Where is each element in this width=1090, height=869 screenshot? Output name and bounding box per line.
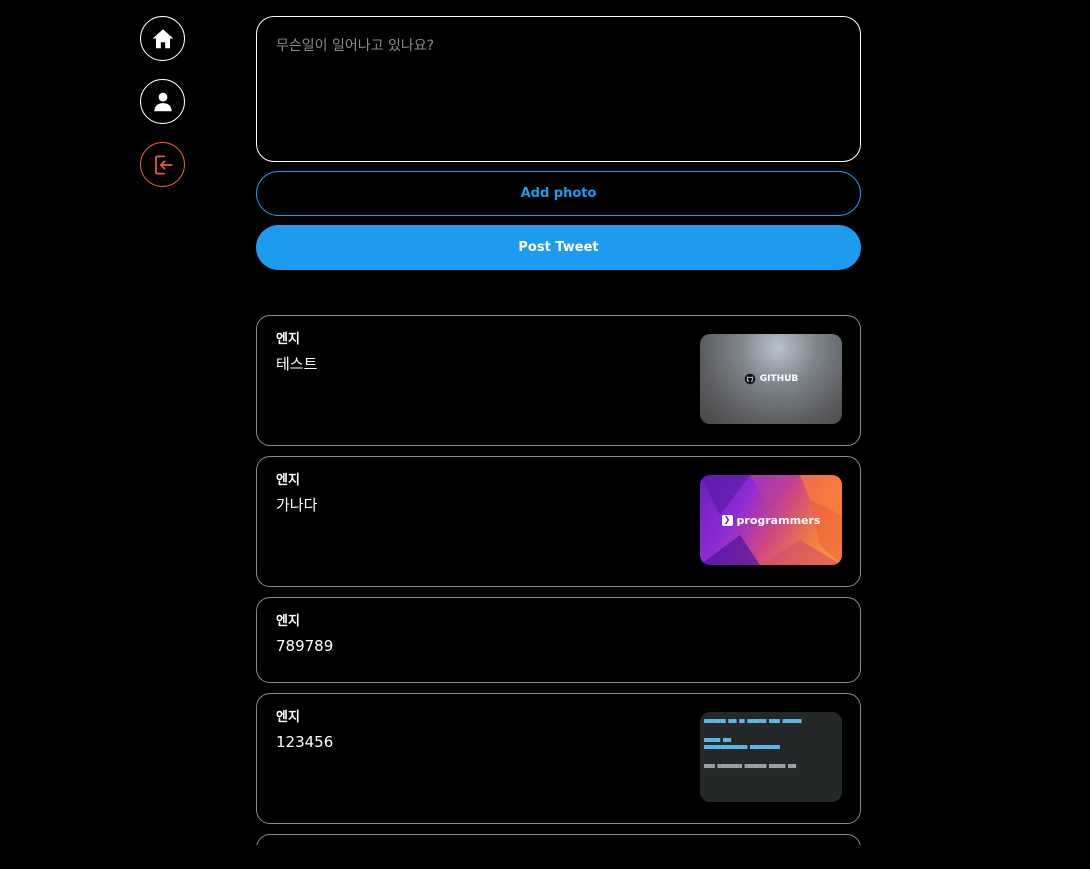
tweet-text: 789789 [276, 637, 334, 655]
tweet-card: 엔지 가나다 ❯ programmers [256, 456, 861, 587]
tweet-image[interactable]: GITHUB [700, 334, 842, 424]
post-tweet-label: Post Tweet [518, 240, 599, 255]
tweet-image[interactable]: ❯ programmers [700, 475, 842, 565]
tweet-author: 엔지 [276, 614, 300, 629]
user-icon [153, 92, 172, 111]
logout-button[interactable] [140, 142, 185, 187]
add-photo-button[interactable]: Add photo [256, 171, 861, 216]
tweet-image[interactable]: ▆▆▆▆▆▆▆▆ ▆▆▆ ▆▆ ▆▆▆▆▆▆▆ ▆▆▆▆ ▆▆▆▆▆▆▆ ▆▆▆… [700, 712, 842, 802]
tweet-input[interactable] [276, 35, 841, 143]
github-icon [744, 373, 755, 385]
tweet-card: 엔지 123456 ▆▆▆▆▆▆▆▆ ▆▆▆ ▆▆ ▆▆▆▆▆▆▆ ▆▆▆▆ ▆… [256, 693, 861, 824]
image-caption: GITHUB [759, 374, 799, 384]
home-icon [152, 28, 173, 48]
image-caption: programmers [736, 513, 821, 527]
tweet-card: 엔지 789789 [256, 597, 861, 683]
tweet-card: 엔지 테스트 GITHUB [256, 315, 861, 446]
profile-button[interactable] [140, 79, 185, 124]
tweet-card [256, 834, 861, 845]
app-root: Add photo Post Tweet 엔지 테스트 GITHUB 엔지 가나… [0, 0, 1090, 869]
post-tweet-button[interactable]: Post Tweet [256, 225, 861, 270]
tweet-feed[interactable]: 엔지 테스트 GITHUB 엔지 가나다 ❯ programmers 엔지 78… [256, 315, 861, 845]
tweet-composer [256, 16, 861, 162]
programmers-logo-icon: ❯ [721, 514, 733, 526]
add-photo-label: Add photo [520, 186, 597, 201]
home-button[interactable] [140, 16, 185, 61]
logout-icon [154, 154, 173, 175]
